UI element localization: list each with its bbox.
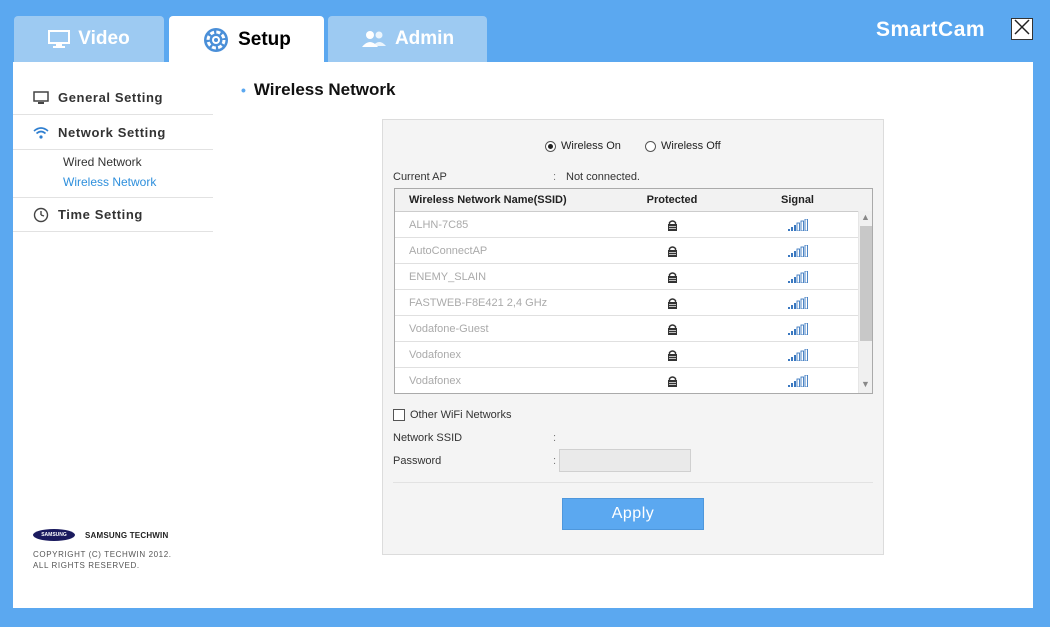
sidebar: General Setting Network Setting Wired Ne… [13,62,213,608]
page-title-text: Wireless Network [253,80,396,99]
sidebar-subitem-wireless[interactable]: Wireless Network [63,175,156,189]
lock-icon [607,349,737,361]
radio-selected-icon [545,140,556,152]
sidebar-item-network[interactable]: Network Setting [13,116,213,150]
sidebar-item-time[interactable]: Time Setting [13,198,213,232]
table-row[interactable]: Vodafone-Guest [395,316,858,342]
checkbox-icon [393,409,405,421]
wireless-panel: Wireless On Wireless Off Current AP : No… [382,119,884,555]
other-wifi-checkbox[interactable]: Other WiFi Networks [393,409,511,421]
sidebar-item-label: Network Setting [58,125,166,140]
tab-setup-label: Setup [238,29,291,50]
scroll-thumb[interactable] [860,226,872,341]
tab-video-label: Video [78,28,130,49]
header-ssid: Wireless Network Name(SSID) [409,194,567,206]
radio-unselected-icon [645,140,656,152]
signal-strength-icon [737,374,858,387]
monitor-icon [48,30,71,48]
table-row[interactable]: Vodafonex [395,342,858,368]
ssid-cell: AutoConnectAP [409,244,488,257]
table-body: ALHN-7C85 AutoConnectAP ENEMY_SLAIN FASTWEB… [395,212,872,393]
bullet-icon: • [241,82,246,98]
ssid-cell: ALHN-7C85 [409,218,469,231]
brand-block: SAMSUNG SAMSUNG TECHWIN [33,529,168,541]
copyright-line1: COPYRIGHT (C) TECHWIN 2012. [33,550,172,559]
tab-admin[interactable]: Admin [328,16,487,62]
signal-strength-icon [737,296,858,309]
copyright-line2: ALL RIGHTS RESERVED. [33,561,140,570]
tab-setup[interactable]: Setup [169,16,324,64]
tab-admin-label: Admin [394,28,455,49]
signal-strength-icon [737,244,858,257]
lock-icon [607,297,737,309]
monitor-icon [32,90,50,105]
colon: : [553,432,557,444]
lock-icon [607,219,737,231]
close-icon [1014,18,1030,40]
colon: : [553,455,557,467]
ssid-cell: Vodafonex [409,374,461,387]
gear-icon [202,26,230,54]
sidebar-item-label: General Setting [58,90,164,105]
lock-icon [607,245,737,257]
smartcam-logo: SmartCam [876,18,986,41]
tab-video[interactable]: Video [14,16,164,62]
bottom-bar [0,608,1050,627]
password-input[interactable] [559,449,691,472]
table-row[interactable]: Vodafonex [395,368,858,393]
scrollbar[interactable]: ▲ ▼ [858,211,872,393]
table-row[interactable]: ENEMY_SLAIN [395,264,858,290]
apply-button[interactable]: Apply [562,498,704,530]
close-button[interactable] [1011,18,1033,40]
header-signal: Signal [780,194,814,206]
divider [393,482,873,483]
table-header: Wireless Network Name(SSID) Protected Si… [395,189,872,212]
table-row[interactable]: FASTWEB-F8E421 2,4 GHz [395,290,858,316]
signal-strength-icon [737,218,858,231]
copyright: COPYRIGHT (C) TECHWIN 2012. ALL RIGHTS R… [33,549,172,571]
content-area: General Setting Network Setting Wired Ne… [13,62,1033,608]
table-row[interactable]: ALHN-7C85 [395,212,858,238]
password-label: Password [393,455,442,467]
brand-text: SAMSUNG TECHWIN [85,530,169,540]
ssid-cell: ENEMY_SLAIN [409,270,487,283]
wireless-on-label: Wireless On [561,140,621,152]
sidebar-item-label: Time Setting [58,207,143,222]
scroll-up-icon[interactable]: ▲ [861,212,870,222]
current-ap-value: Not connected. [566,171,640,183]
lock-icon [607,375,737,387]
network-ssid-label: Network SSID [393,432,463,444]
scroll-down-icon[interactable]: ▼ [861,379,870,389]
clock-icon [32,207,50,223]
wireless-off-radio[interactable]: Wireless Off [645,140,721,152]
signal-strength-icon [737,270,858,283]
header-protected: Protected [646,194,698,206]
lock-icon [607,323,737,335]
wifi-icon [32,126,50,139]
other-wifi-label: Other WiFi Networks [410,409,512,421]
network-table: Wireless Network Name(SSID) Protected Si… [394,188,873,394]
sidebar-subitem-wired[interactable]: Wired Network [63,155,142,169]
sidebar-item-general[interactable]: General Setting [13,81,213,115]
table-row[interactable]: AutoConnectAP [395,238,858,264]
top-bar: Video Setup Admin SmartCam [0,0,1050,64]
signal-strength-icon [737,348,858,361]
wireless-on-radio[interactable]: Wireless On [545,140,621,152]
lock-icon [607,271,737,283]
ssid-cell: Vodafonex [409,348,461,361]
wireless-off-label: Wireless Off [661,140,721,152]
samsung-logo: SAMSUNG [33,529,75,541]
page-title: • Wireless Network [241,80,395,100]
current-ap-label: Current AP [393,171,447,183]
users-icon [361,30,387,48]
ssid-cell: FASTWEB-F8E421 2,4 GHz [409,296,548,309]
ssid-cell: Vodafone-Guest [409,322,489,335]
colon: : [553,171,557,183]
signal-strength-icon [737,322,858,335]
